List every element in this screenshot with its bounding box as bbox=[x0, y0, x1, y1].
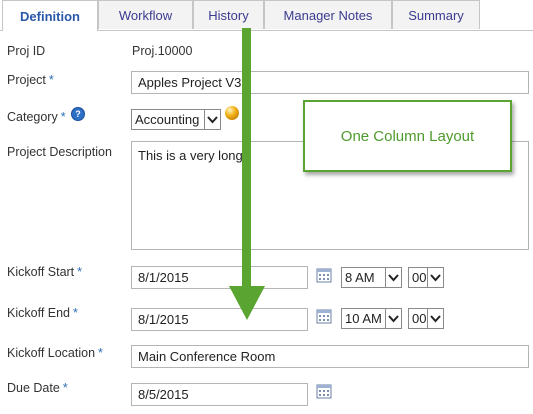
kickoff-location-label-text: Kickoff Location bbox=[7, 346, 96, 360]
kickoff-location-input[interactable]: Main Conference Room bbox=[131, 345, 529, 368]
required-mark: * bbox=[98, 346, 103, 360]
chevron-down-icon bbox=[427, 268, 443, 287]
category-label: Category * bbox=[7, 110, 66, 124]
category-select-value: Accounting bbox=[135, 112, 200, 127]
chevron-down-icon bbox=[204, 110, 220, 129]
callout-text: One Column Layout bbox=[340, 127, 475, 145]
required-mark: * bbox=[60, 110, 66, 124]
calendar-icon[interactable] bbox=[316, 383, 332, 399]
arrow-down-icon bbox=[229, 28, 265, 320]
tab-manager-notes[interactable]: Manager Notes bbox=[264, 0, 392, 29]
project-label-text: Project bbox=[7, 73, 46, 87]
tab-definition[interactable]: Definition bbox=[2, 0, 98, 31]
kickoff-start-label: Kickoff Start * bbox=[7, 265, 82, 279]
kickoff-end-label-text: Kickoff End bbox=[7, 306, 71, 320]
calendar-icon[interactable] bbox=[316, 308, 332, 324]
project-input[interactable]: Apples Project V3 bbox=[131, 71, 529, 94]
kickoff-start-label-text: Kickoff Start bbox=[7, 265, 75, 279]
kickoff-end-minute-select[interactable]: 00 bbox=[408, 308, 444, 329]
kickoff-end-hour-select[interactable]: 10 AM bbox=[341, 308, 402, 329]
kickoff-start-date-input[interactable]: 8/1/2015 bbox=[131, 266, 308, 289]
required-mark: * bbox=[48, 73, 54, 87]
kickoff-end-hour-value: 10 AM bbox=[345, 311, 382, 326]
help-icon[interactable]: ? bbox=[71, 107, 85, 121]
kickoff-end-date-input[interactable]: 8/1/2015 bbox=[131, 308, 308, 331]
category-select[interactable]: Accounting bbox=[131, 109, 221, 130]
proj-id-label: Proj ID bbox=[7, 44, 46, 58]
kickoff-start-hour-value: 8 AM bbox=[345, 270, 375, 285]
calendar-icon[interactable] bbox=[316, 267, 332, 283]
chevron-down-icon bbox=[385, 309, 401, 328]
required-mark: * bbox=[77, 265, 83, 279]
due-date-label-text: Due Date bbox=[7, 381, 60, 395]
project-description-label: Project Description bbox=[7, 145, 112, 159]
layout-callout: One Column Layout bbox=[303, 100, 512, 172]
tab-history[interactable]: History bbox=[193, 0, 264, 29]
due-date-input[interactable]: 8/5/2015 bbox=[131, 383, 308, 406]
kickoff-start-hour-select[interactable]: 8 AM bbox=[341, 267, 402, 288]
kickoff-location-label: Kickoff Location * bbox=[7, 346, 103, 360]
tab-workflow[interactable]: Workflow bbox=[98, 0, 193, 29]
category-label-text: Category bbox=[7, 110, 58, 124]
chevron-down-icon bbox=[385, 268, 401, 287]
due-date-label: Due Date * bbox=[7, 381, 68, 395]
project-label: Project * bbox=[7, 73, 54, 87]
tab-summary[interactable]: Summary bbox=[392, 0, 480, 29]
kickoff-start-minute-value: 00 bbox=[412, 270, 427, 285]
required-mark: * bbox=[73, 306, 78, 320]
kickoff-end-minute-value: 00 bbox=[412, 311, 427, 326]
kickoff-start-minute-select[interactable]: 00 bbox=[408, 267, 444, 288]
kickoff-end-label: Kickoff End * bbox=[7, 306, 78, 320]
proj-id-value: Proj.10000 bbox=[132, 44, 193, 58]
chevron-down-icon bbox=[427, 309, 443, 328]
required-mark: * bbox=[62, 381, 68, 395]
